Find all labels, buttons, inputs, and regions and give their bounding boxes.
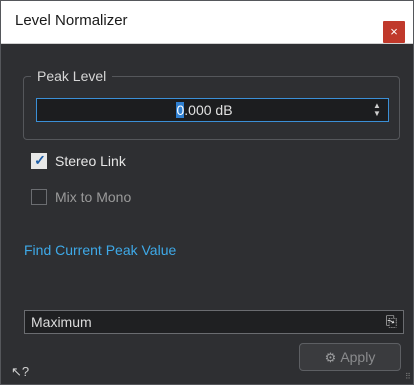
peak-level-value-rest: .000 dB [184, 102, 233, 118]
peak-level-value: 0.000 dB [37, 99, 372, 121]
close-button[interactable]: × [383, 21, 405, 43]
preset-combo[interactable]: Maximum ⎘ [24, 310, 404, 334]
preset-value: Maximum [31, 314, 92, 330]
stereo-link-checkbox[interactable]: ✓ [31, 152, 47, 169]
help-pointer-icon[interactable]: ↖? [11, 364, 29, 380]
resize-grip-icon[interactable]: ⠿ [405, 373, 411, 381]
level-normalizer-dialog: Level Normalizer × Peak Level 0.000 dB ▲… [0, 0, 414, 385]
apply-label: Apply [340, 349, 376, 365]
peak-level-label: Peak Level [31, 67, 113, 85]
title-bar[interactable]: Level Normalizer × [1, 1, 413, 44]
mix-to-mono-checkbox[interactable] [31, 189, 47, 205]
find-current-peak-link[interactable]: Find Current Peak Value [24, 242, 176, 258]
stereo-link-label: Stereo Link [55, 153, 126, 169]
peak-level-input[interactable]: 0.000 dB ▲ ▼ [36, 98, 389, 122]
spin-arrows-icon[interactable]: ▲ ▼ [372, 102, 382, 118]
mix-to-mono-label: Mix to Mono [55, 189, 132, 205]
close-icon: × [390, 24, 398, 39]
apply-button[interactable]: ⚙ Apply [299, 343, 401, 371]
gears-icon: ⚙ [324, 350, 337, 365]
presets-icon[interactable]: ⎘ [386, 313, 397, 330]
window-title: Level Normalizer [15, 12, 128, 29]
check-icon: ✓ [34, 152, 46, 168]
